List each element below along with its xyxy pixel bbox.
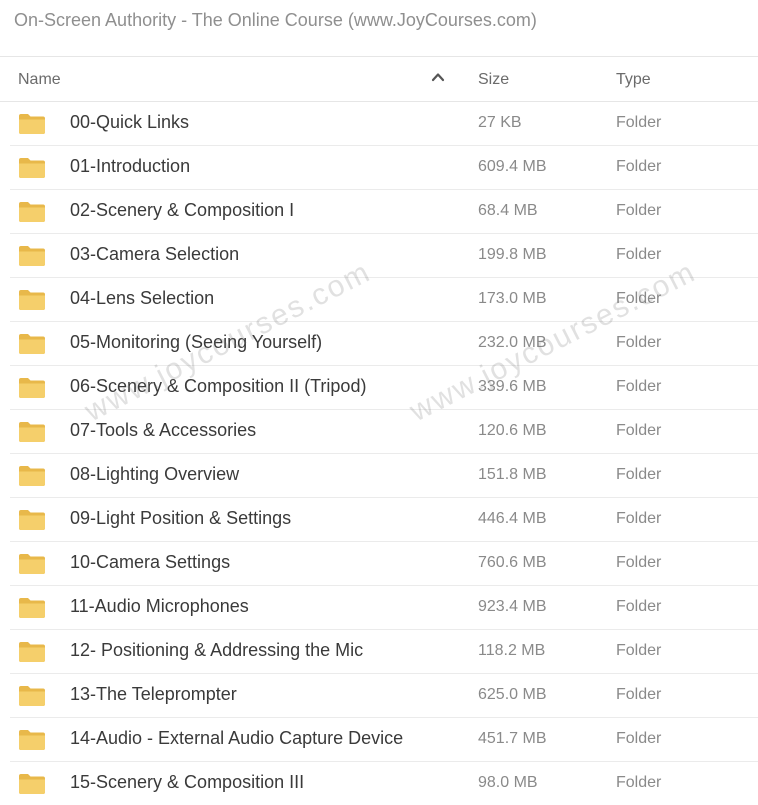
folder-list: 00-Quick Links 27 KB Folder 01-Introduction…	[0, 102, 758, 805]
folder-icon	[18, 641, 46, 663]
folder-type: Folder	[616, 158, 662, 175]
folder-size: 173.0 MB	[478, 290, 547, 307]
folder-size: 609.4 MB	[478, 158, 547, 175]
folder-name[interactable]: 05-Monitoring (Seeing Yourself)	[70, 332, 322, 353]
folder-icon	[18, 773, 46, 795]
folder-size: 625.0 MB	[478, 686, 547, 703]
folder-name[interactable]: 13-The Teleprompter	[70, 684, 237, 705]
table-row[interactable]: 14-Audio - External Audio Capture Device…	[10, 718, 758, 762]
folder-size: 923.4 MB	[478, 598, 547, 615]
table-row[interactable]: 11-Audio Microphones 923.4 MB Folder	[10, 586, 758, 630]
folder-type: Folder	[616, 554, 662, 571]
folder-name[interactable]: 12- Positioning & Addressing the Mic	[70, 640, 363, 661]
table-row[interactable]: 07-Tools & Accessories 120.6 MB Folder	[10, 410, 758, 454]
folder-size: 27 KB	[478, 114, 522, 131]
folder-type: Folder	[616, 422, 662, 439]
column-header-name[interactable]: Name	[18, 71, 61, 89]
folder-name[interactable]: 07-Tools & Accessories	[70, 420, 256, 441]
table-row[interactable]: 12- Positioning & Addressing the Mic 118.…	[10, 630, 758, 674]
folder-type: Folder	[616, 202, 662, 219]
table-row[interactable]: 13-The Teleprompter 625.0 MB Folder	[10, 674, 758, 718]
table-row[interactable]: 05-Monitoring (Seeing Yourself) 232.0 MB F…	[10, 322, 758, 366]
chevron-up-icon[interactable]	[431, 70, 445, 84]
folder-type: Folder	[616, 114, 662, 131]
folder-icon	[18, 289, 46, 311]
folder-size: 68.4 MB	[478, 202, 538, 219]
folder-type: Folder	[616, 290, 662, 307]
folder-icon	[18, 729, 46, 751]
folder-name[interactable]: 15-Scenery & Composition III	[70, 772, 304, 793]
folder-icon	[18, 157, 46, 179]
folder-size: 120.6 MB	[478, 422, 547, 439]
folder-size: 446.4 MB	[478, 510, 547, 527]
folder-icon	[18, 553, 46, 575]
table-row[interactable]: 03-Camera Selection 199.8 MB Folder	[10, 234, 758, 278]
folder-size: 451.7 MB	[478, 730, 547, 747]
folder-name[interactable]: 06-Scenery & Composition II (Tripod)	[70, 376, 366, 397]
column-header-size[interactable]: Size	[478, 71, 509, 89]
folder-type: Folder	[616, 466, 662, 483]
folder-name[interactable]: 10-Camera Settings	[70, 552, 230, 573]
folder-name[interactable]: 02-Scenery & Composition I	[70, 200, 294, 221]
table-row[interactable]: 01-Introduction 609.4 MB Folder	[10, 146, 758, 190]
folder-icon	[18, 377, 46, 399]
table-row[interactable]: 04-Lens Selection 173.0 MB Folder	[10, 278, 758, 322]
folder-icon	[18, 421, 46, 443]
folder-type: Folder	[616, 642, 662, 659]
folder-size: 760.6 MB	[478, 554, 547, 571]
folder-name[interactable]: 01-Introduction	[70, 156, 190, 177]
folder-type: Folder	[616, 686, 662, 703]
column-header-type[interactable]: Type	[616, 71, 651, 89]
folder-icon	[18, 597, 46, 619]
folder-size: 118.2 MB	[478, 642, 546, 659]
folder-size: 199.8 MB	[478, 246, 547, 263]
folder-icon	[18, 685, 46, 707]
table-row[interactable]: 06-Scenery & Composition II (Tripod) 339.…	[10, 366, 758, 410]
folder-name[interactable]: 00-Quick Links	[70, 112, 189, 133]
folder-type: Folder	[616, 246, 662, 263]
table-row[interactable]: 00-Quick Links 27 KB Folder	[10, 102, 758, 146]
folder-name[interactable]: 11-Audio Microphones	[70, 596, 249, 617]
folder-type: Folder	[616, 774, 662, 791]
folder-icon	[18, 113, 46, 135]
column-header-bar: Name Size Type	[0, 56, 758, 102]
folder-size: 232.0 MB	[478, 334, 547, 351]
folder-name[interactable]: 09-Light Position & Settings	[70, 508, 291, 529]
table-row[interactable]: 15-Scenery & Composition III 98.0 MB Folde…	[10, 762, 758, 805]
table-row[interactable]: 08-Lighting Overview 151.8 MB Folder	[10, 454, 758, 498]
table-row[interactable]: 10-Camera Settings 760.6 MB Folder	[10, 542, 758, 586]
folder-size: 339.6 MB	[478, 378, 547, 395]
folder-size: 151.8 MB	[478, 466, 547, 483]
folder-size: 98.0 MB	[478, 774, 538, 791]
folder-type: Folder	[616, 598, 662, 615]
folder-name[interactable]: 08-Lighting Overview	[70, 464, 239, 485]
folder-type: Folder	[616, 730, 662, 747]
page-title: On-Screen Authority - The Online Course …	[14, 10, 537, 30]
folder-type: Folder	[616, 378, 662, 395]
folder-icon	[18, 245, 46, 267]
folder-type: Folder	[616, 334, 662, 351]
folder-name[interactable]: 14-Audio - External Audio Capture Device	[70, 728, 403, 749]
table-row[interactable]: 09-Light Position & Settings 446.4 MB Fold…	[10, 498, 758, 542]
file-list-page: On-Screen Authority - The Online Course …	[0, 0, 758, 805]
folder-name[interactable]: 04-Lens Selection	[70, 288, 214, 309]
table-row[interactable]: 02-Scenery & Composition I 68.4 MB Folder	[10, 190, 758, 234]
folder-icon	[18, 465, 46, 487]
folder-icon	[18, 509, 46, 531]
folder-type: Folder	[616, 510, 662, 527]
folder-name[interactable]: 03-Camera Selection	[70, 244, 239, 265]
folder-icon	[18, 333, 46, 355]
folder-icon	[18, 201, 46, 223]
